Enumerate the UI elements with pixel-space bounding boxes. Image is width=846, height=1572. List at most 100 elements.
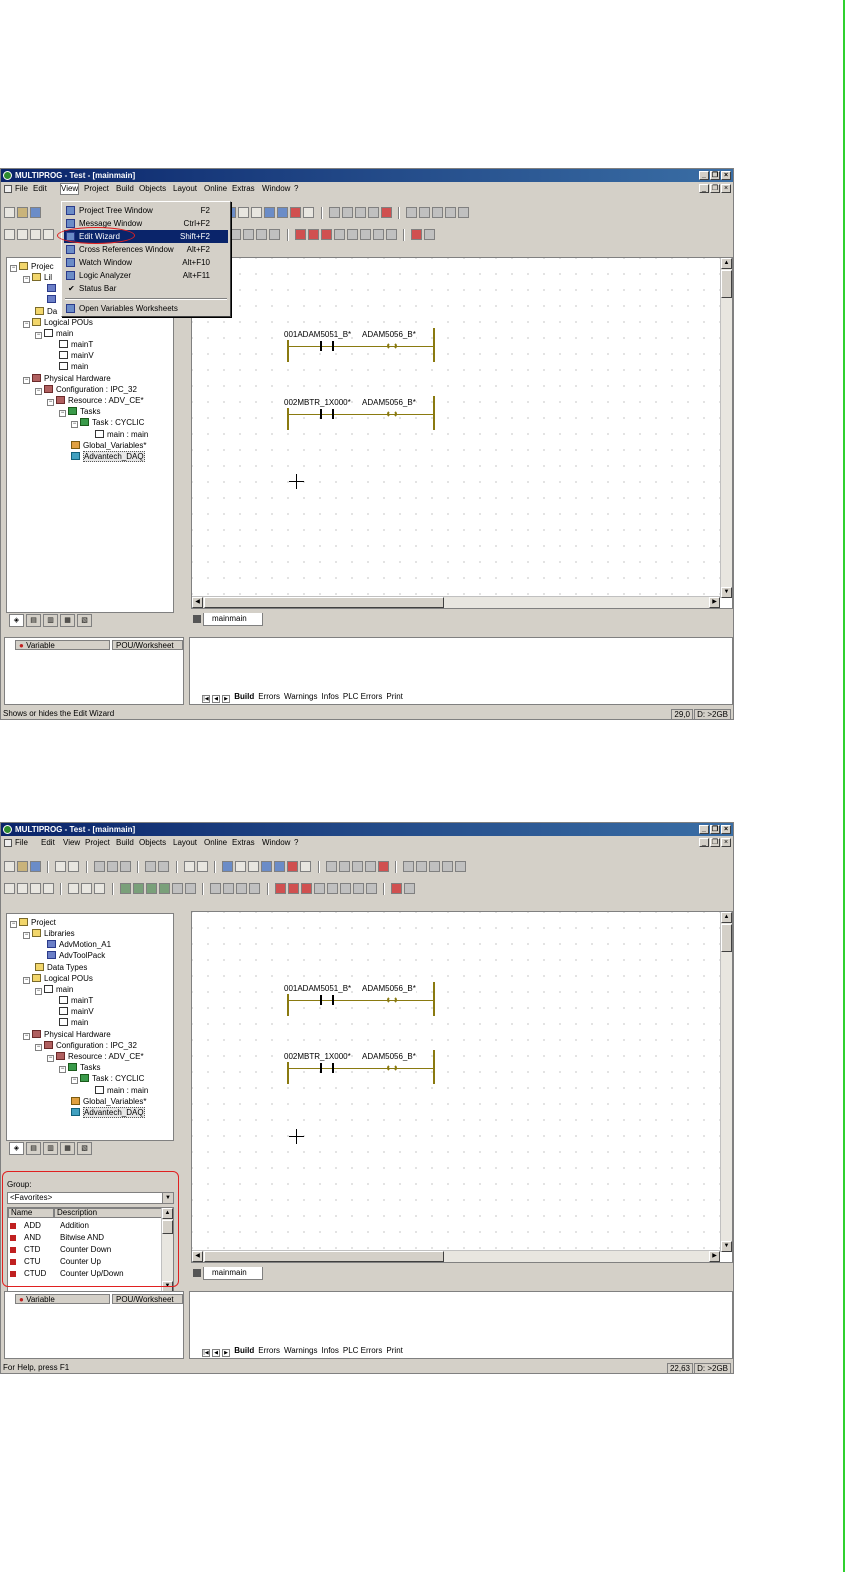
output-tab-plc-errors[interactable]: PLC Errors <box>343 692 383 702</box>
vscroll-thumb[interactable] <box>721 924 732 952</box>
hscroll-thumb[interactable] <box>204 1251 444 1262</box>
tree-node-mainv[interactable]: mainV <box>59 1007 94 1017</box>
save-icon[interactable] <box>30 861 41 872</box>
output-tab-print[interactable]: Print <box>386 692 402 702</box>
editor-hscroll[interactable]: ◀ ▶ <box>192 596 720 608</box>
rung2-contact-right[interactable] <box>332 409 334 419</box>
scroll-left-arrow-icon[interactable]: ◀ <box>192 597 203 608</box>
tree-node-main-code[interactable]: main <box>59 1018 88 1028</box>
new-icon[interactable] <box>4 861 15 872</box>
menu-file[interactable]: File <box>15 837 28 849</box>
menu-window[interactable]: Window <box>262 183 290 195</box>
preview-icon[interactable] <box>43 229 54 240</box>
tree-node-main-code[interactable]: main <box>59 362 88 372</box>
menu-item-logic-analyzer[interactable]: Logic Analyzer Alt+F11 <box>64 269 228 282</box>
rung1-contact-left[interactable] <box>320 341 322 351</box>
editor-tab-mainmain[interactable]: mainmain <box>203 613 263 626</box>
restore-button[interactable]: ❐ <box>710 825 720 834</box>
mdi-minimize-button[interactable]: _ <box>699 838 709 847</box>
editor-tab-mainmain[interactable]: mainmain <box>203 1267 263 1280</box>
mdi-close-button[interactable]: × <box>721 838 731 847</box>
rung1-contact-right[interactable] <box>332 995 334 1005</box>
ld-comment-icon[interactable] <box>404 883 416 894</box>
open-icon[interactable] <box>17 861 28 872</box>
rung2-coil[interactable] <box>387 410 397 418</box>
output-tab-errors[interactable]: Errors <box>258 692 280 702</box>
watch-icon[interactable] <box>458 207 470 218</box>
tools-icon[interactable] <box>248 861 260 872</box>
mdi-close-button[interactable]: × <box>721 184 731 193</box>
tree-node-physical-hardware[interactable]: − Physical Hardware <box>23 374 111 384</box>
menu-objects[interactable]: Objects <box>139 837 166 849</box>
watch-icon[interactable] <box>455 861 467 872</box>
redo-icon[interactable] <box>158 861 170 872</box>
close-button[interactable]: × <box>721 171 731 180</box>
upload-icon[interactable] <box>351 861 363 872</box>
tree-node-main[interactable]: − main <box>35 329 73 339</box>
menu-layout[interactable]: Layout <box>173 837 197 849</box>
menu-edit[interactable]: Edit <box>41 837 55 849</box>
tree-node-configuration[interactable]: − Configuration : IPC_32 <box>35 385 137 395</box>
ld-coil-icon[interactable] <box>320 229 332 240</box>
insert-icon[interactable] <box>4 883 15 894</box>
var-col-variable[interactable]: ● Variable <box>15 1294 110 1304</box>
tree-node-global-variables[interactable]: Global_Variables* <box>71 441 146 451</box>
ld-open-contact-icon[interactable] <box>274 883 286 894</box>
properties-icon[interactable] <box>17 229 28 240</box>
coil-icon[interactable] <box>236 883 248 894</box>
find-icon[interactable] <box>68 883 80 894</box>
rung-icon[interactable] <box>230 229 242 240</box>
ld-closed-contact-icon[interactable] <box>287 883 299 894</box>
rung2-coil[interactable] <box>387 1064 397 1072</box>
select-icon[interactable] <box>81 883 93 894</box>
tree-node-project[interactable]: − Projec <box>10 262 54 272</box>
ld-jump-icon[interactable] <box>372 229 384 240</box>
line-icon[interactable] <box>94 883 106 894</box>
menu-layout[interactable]: Layout <box>173 183 197 195</box>
var-col-pou[interactable]: POU/Worksheet <box>112 1294 183 1304</box>
download-icon[interactable] <box>338 861 350 872</box>
tab-prev-icon[interactable]: ◀ <box>212 695 220 703</box>
tab-first-icon[interactable]: |◀ <box>202 695 210 703</box>
tree-node-global-variables[interactable]: Global_Variables* <box>71 1097 146 1107</box>
stop-icon[interactable] <box>419 207 431 218</box>
tab-prev-icon[interactable]: ◀ <box>212 1349 220 1357</box>
mdi-minimize-button[interactable]: _ <box>699 184 709 193</box>
ld-coil-icon[interactable] <box>300 883 312 894</box>
scroll-down-arrow-icon[interactable]: ▼ <box>721 587 732 598</box>
menu-online[interactable]: Online <box>204 183 227 195</box>
ld-reset-coil-icon[interactable] <box>359 229 371 240</box>
ld-set-coil-icon[interactable] <box>346 229 358 240</box>
tree-node-configuration[interactable]: − Configuration : IPC_32 <box>35 1041 137 1051</box>
table-icon[interactable] <box>235 861 247 872</box>
paste-icon[interactable] <box>119 861 131 872</box>
menu-window[interactable]: Window <box>262 837 290 849</box>
copy-icon[interactable] <box>106 861 118 872</box>
debug-icon[interactable] <box>328 207 340 218</box>
zoom-out-icon[interactable] <box>196 861 208 872</box>
tree-tab-hardware-icon[interactable]: ▦ <box>60 1142 75 1155</box>
menu-build[interactable]: Build <box>116 837 134 849</box>
zoom-in-icon[interactable] <box>183 861 195 872</box>
scroll-right-arrow-icon[interactable]: ▶ <box>709 1251 720 1262</box>
ladder-editor[interactable]: 001ADAM5051_B* ADAM5056_B* 002MBTR_1X000… <box>191 911 733 1263</box>
table-icon[interactable] <box>238 207 250 218</box>
preview-icon[interactable] <box>43 883 54 894</box>
mdi-document-icon[interactable] <box>4 839 12 847</box>
coil-icon[interactable] <box>256 229 268 240</box>
output-tab-plc-errors[interactable]: PLC Errors <box>343 1346 383 1356</box>
ld-jump-icon[interactable] <box>352 883 364 894</box>
window-icon[interactable] <box>222 861 234 872</box>
comment-icon[interactable] <box>171 883 183 894</box>
rung2-contact-left[interactable] <box>320 409 322 419</box>
tree-tab-project-icon[interactable]: ◈ <box>9 614 24 627</box>
download-icon[interactable] <box>341 207 353 218</box>
jump-icon[interactable] <box>145 883 157 894</box>
menu-item-project-tree-window[interactable]: Project Tree Window F2 <box>64 204 228 217</box>
output-tab-build[interactable]: Build <box>234 1346 254 1356</box>
contact-icon[interactable] <box>223 883 235 894</box>
menu-help[interactable]: ? <box>294 183 298 195</box>
output-tab-warnings[interactable]: Warnings <box>284 1346 318 1356</box>
branch-icon[interactable] <box>269 229 281 240</box>
rung1-coil[interactable] <box>387 996 397 1004</box>
